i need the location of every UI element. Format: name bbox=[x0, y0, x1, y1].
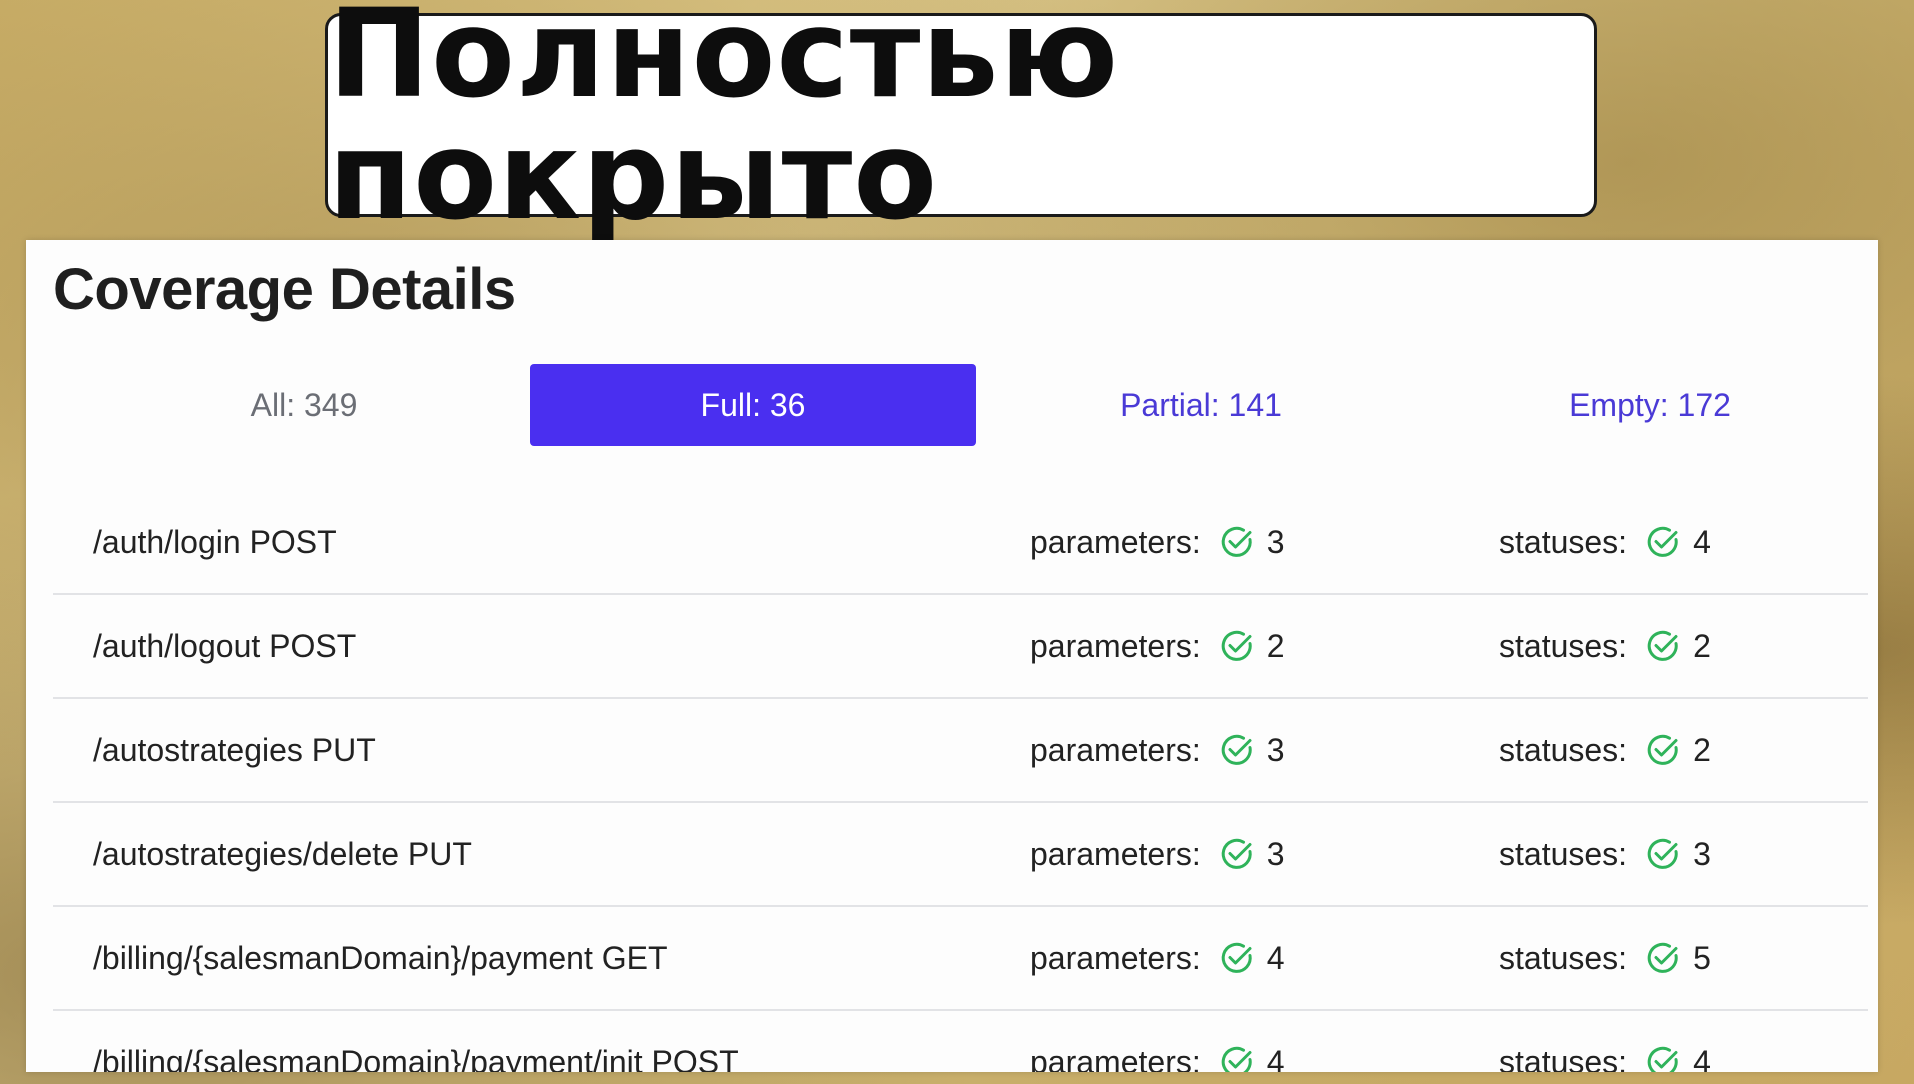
endpoint-path: /autostrategies PUT bbox=[93, 732, 376, 768]
parameters-metric: parameters: 4 bbox=[1030, 907, 1285, 1009]
endpoint-path: /auth/login POST bbox=[93, 524, 337, 560]
statuses-count: 4 bbox=[1693, 523, 1711, 560]
check-circle-icon bbox=[1219, 836, 1255, 872]
coverage-panel: Coverage Details All: 349 Full: 36 Parti… bbox=[26, 240, 1878, 1072]
statuses-label: statuses: bbox=[1499, 1043, 1628, 1073]
statuses-metric: statuses: 3 bbox=[1499, 803, 1711, 905]
statuses-metric: statuses: 5 bbox=[1499, 907, 1711, 1009]
parameters-count: 4 bbox=[1266, 939, 1285, 976]
endpoint-path: /autostrategies/delete PUT bbox=[93, 836, 472, 872]
parameters-metric: parameters: 2 bbox=[1030, 595, 1285, 697]
parameters-label: parameters: bbox=[1030, 1043, 1201, 1073]
check-circle-icon bbox=[1645, 628, 1681, 664]
title-banner: Полностью покрыто bbox=[325, 0, 1597, 237]
check-circle-icon bbox=[1645, 836, 1681, 872]
endpoint-row[interactable]: /autostrategies/delete PUT parameters: 3… bbox=[53, 803, 1868, 907]
coverage-filter-tabs: All: 349 Full: 36 Partial: 141 Empty: 17… bbox=[104, 364, 1874, 446]
banner-title: Полностью покрыто bbox=[328, 0, 1120, 247]
check-circle-icon bbox=[1645, 524, 1681, 560]
endpoint-path: /billing/{salesmanDomain}/payment/init P… bbox=[93, 1044, 739, 1072]
statuses-metric: statuses: 2 bbox=[1499, 699, 1711, 801]
statuses-label: statuses: bbox=[1499, 627, 1628, 664]
check-circle-icon bbox=[1219, 732, 1255, 768]
check-circle-icon bbox=[1645, 1044, 1681, 1072]
tab-empty[interactable]: Empty: 172 bbox=[1426, 364, 1874, 446]
parameters-label: parameters: bbox=[1030, 627, 1201, 664]
check-circle-icon bbox=[1219, 940, 1255, 976]
page-title: Coverage Details bbox=[53, 257, 516, 322]
statuses-count: 4 bbox=[1693, 1043, 1711, 1073]
statuses-count: 2 bbox=[1693, 731, 1711, 768]
check-circle-icon bbox=[1219, 524, 1255, 560]
parameters-count: 4 bbox=[1266, 1043, 1285, 1073]
statuses-label: statuses: bbox=[1499, 835, 1628, 872]
parameters-label: parameters: bbox=[1030, 523, 1201, 560]
statuses-count: 2 bbox=[1693, 627, 1711, 664]
endpoint-row[interactable]: /billing/{salesmanDomain}/payment GET pa… bbox=[53, 907, 1868, 1011]
endpoint-row[interactable]: /autostrategies PUT parameters: 3 status… bbox=[53, 699, 1868, 803]
parameters-count: 3 bbox=[1266, 835, 1285, 872]
tab-all[interactable]: All: 349 bbox=[104, 364, 504, 446]
parameters-metric: parameters: 4 bbox=[1030, 1011, 1285, 1072]
parameters-metric: parameters: 3 bbox=[1030, 699, 1285, 801]
statuses-metric: statuses: 2 bbox=[1499, 595, 1711, 697]
parameters-metric: parameters: 3 bbox=[1030, 491, 1285, 593]
statuses-count: 3 bbox=[1693, 835, 1711, 872]
parameters-label: parameters: bbox=[1030, 939, 1201, 976]
endpoint-row[interactable]: /auth/logout POST parameters: 2 statuses… bbox=[53, 595, 1868, 699]
statuses-label: statuses: bbox=[1499, 523, 1628, 560]
check-circle-icon bbox=[1219, 628, 1255, 664]
check-circle-icon bbox=[1645, 732, 1681, 768]
check-circle-icon bbox=[1219, 1044, 1255, 1072]
parameters-count: 3 bbox=[1266, 523, 1285, 560]
parameters-metric: parameters: 3 bbox=[1030, 803, 1285, 905]
statuses-metric: statuses: 4 bbox=[1499, 491, 1711, 593]
check-circle-icon bbox=[1645, 940, 1681, 976]
endpoint-list: /auth/login POST parameters: 3 statuses:… bbox=[53, 491, 1868, 1072]
statuses-count: 5 bbox=[1693, 939, 1711, 976]
tab-partial[interactable]: Partial: 141 bbox=[976, 364, 1426, 446]
parameters-count: 3 bbox=[1266, 731, 1285, 768]
endpoint-row[interactable]: /auth/login POST parameters: 3 statuses:… bbox=[53, 491, 1868, 595]
statuses-label: statuses: bbox=[1499, 939, 1628, 976]
endpoint-row[interactable]: /billing/{salesmanDomain}/payment/init P… bbox=[53, 1011, 1868, 1072]
statuses-metric: statuses: 4 bbox=[1499, 1011, 1711, 1072]
endpoint-path: /billing/{salesmanDomain}/payment GET bbox=[93, 940, 668, 976]
endpoint-path: /auth/logout POST bbox=[93, 628, 357, 664]
tab-full[interactable]: Full: 36 bbox=[530, 364, 976, 446]
parameters-count: 2 bbox=[1266, 627, 1285, 664]
statuses-label: statuses: bbox=[1499, 731, 1628, 768]
parameters-label: parameters: bbox=[1030, 731, 1201, 768]
parameters-label: parameters: bbox=[1030, 835, 1201, 872]
